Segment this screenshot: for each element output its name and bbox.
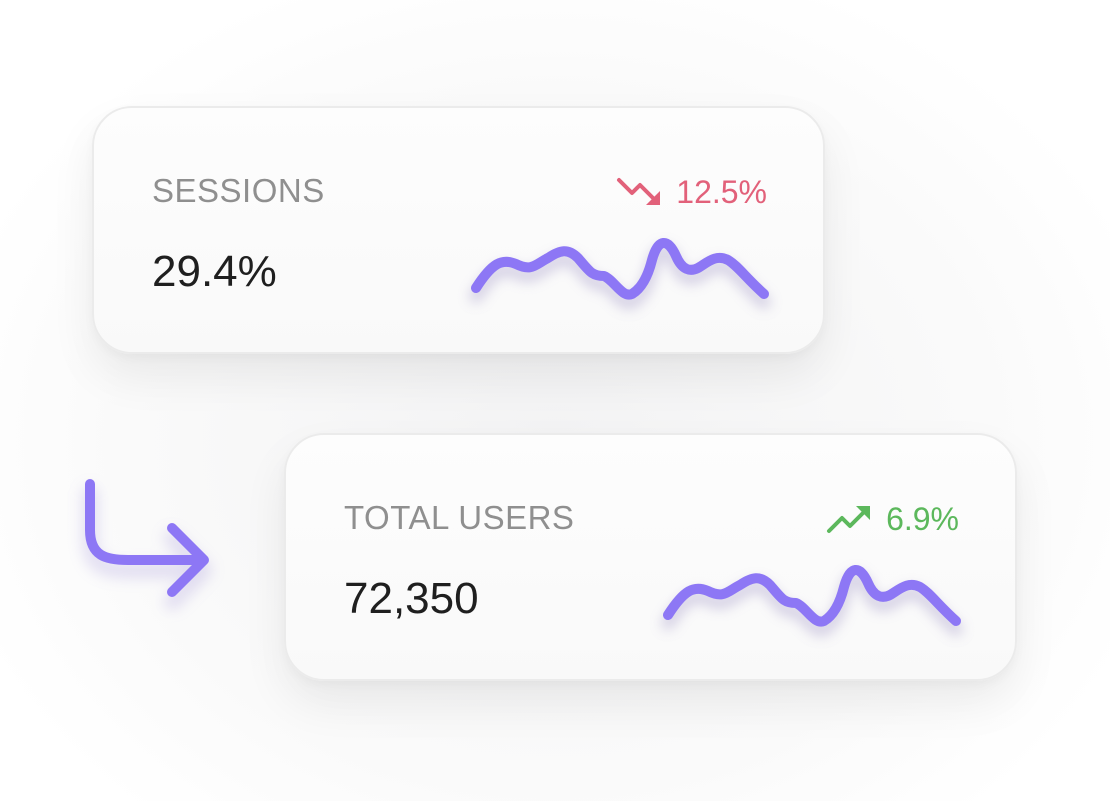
- sessions-trend: 12.5%: [616, 176, 767, 208]
- trending-up-icon: [826, 503, 872, 535]
- background: SESSIONS 29.4% 12.5% TOTAL USERS 72,350: [0, 0, 1110, 801]
- total-users-sparkline: [661, 565, 963, 637]
- total-users-title: TOTAL USERS: [344, 499, 575, 536]
- sessions-card[interactable]: SESSIONS 29.4% 12.5%: [92, 106, 825, 354]
- total-users-value: 72,350: [344, 574, 479, 623]
- total-users-trend-value: 6.9%: [886, 501, 959, 537]
- sessions-value: 29.4%: [152, 247, 277, 296]
- trending-down-icon: [616, 176, 662, 208]
- corner-down-right-arrow-icon: [82, 479, 212, 610]
- sessions-title: SESSIONS: [152, 172, 325, 209]
- sessions-sparkline: [469, 238, 771, 310]
- total-users-trend: 6.9%: [826, 503, 959, 535]
- sessions-trend-value: 12.5%: [676, 174, 767, 210]
- total-users-card[interactable]: TOTAL USERS 72,350 6.9%: [284, 433, 1017, 681]
